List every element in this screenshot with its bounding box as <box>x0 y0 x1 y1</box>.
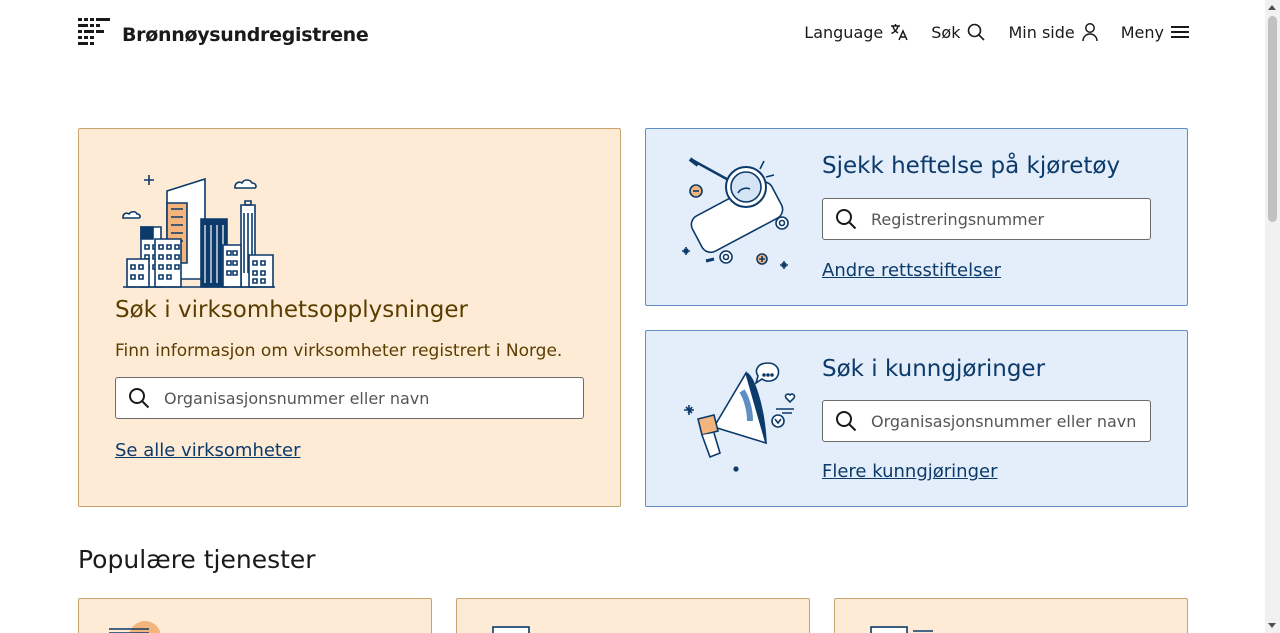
announcements-search-field[interactable] <box>822 400 1151 442</box>
other-liens-link[interactable]: Andre rettsstiftelser <box>822 260 1001 281</box>
business-search-card: Søk i virksomhetsopplysninger Finn infor… <box>78 128 621 507</box>
business-search-input[interactable] <box>164 388 583 408</box>
translate-icon <box>891 24 908 41</box>
my-page-button[interactable]: Min side <box>1008 22 1098 42</box>
popular-services-title: Populære tjenester <box>78 545 316 574</box>
language-button[interactable]: Language <box>804 22 909 42</box>
service-card[interactable] <box>834 598 1188 633</box>
my-page-label: Min side <box>1008 22 1075 42</box>
business-search-field[interactable] <box>115 377 584 419</box>
vehicle-search-field[interactable] <box>822 198 1151 240</box>
logo-link[interactable]: Brønnøysundregistrene <box>78 18 369 46</box>
service-illustration-icon <box>870 626 933 633</box>
scroll-down-arrow-icon[interactable] <box>1268 623 1276 628</box>
announcements-search-input[interactable] <box>871 411 1150 431</box>
main-nav: Language Søk Min side Meny <box>804 22 1190 42</box>
vehicle-lien-card: Sjekk heftelse på kjøretøy Andre rettsst… <box>645 128 1188 306</box>
service-illustration-icon <box>109 621 161 633</box>
service-card[interactable] <box>456 598 810 633</box>
menu-label: Meny <box>1120 22 1164 42</box>
registration-number-input[interactable] <box>871 209 1150 229</box>
megaphone-illustration <box>684 362 796 472</box>
search-icon <box>968 23 986 41</box>
vehicle-card-title: Sjekk heftelse på kjøretøy <box>822 153 1121 179</box>
search-icon <box>836 209 857 230</box>
service-illustration-icon <box>492 626 531 633</box>
city-buildings-illustration <box>122 175 275 288</box>
service-card[interactable] <box>78 598 432 633</box>
user-icon <box>1081 23 1098 42</box>
menu-button[interactable]: Meny <box>1121 23 1190 42</box>
search-icon <box>836 411 857 432</box>
logo-text: Brønnøysundregistrene <box>122 24 369 46</box>
page-scrollbar[interactable] <box>1265 0 1280 633</box>
scroll-up-arrow-icon[interactable] <box>1268 5 1276 10</box>
all-businesses-link[interactable]: Se alle virksomheter <box>115 440 300 461</box>
logo-mark-icon <box>78 18 110 45</box>
announcements-card-title: Søk i kunngjøringer <box>822 356 1046 382</box>
business-card-subtitle: Finn informasjon om virksomheter registr… <box>115 341 563 361</box>
scrollbar-thumb[interactable] <box>1268 16 1277 222</box>
search-nav-button[interactable]: Søk <box>931 22 986 42</box>
more-announcements-link[interactable]: Flere kunngjøringer <box>822 461 997 482</box>
vehicle-magnifier-illustration <box>682 157 789 269</box>
language-label: Language <box>804 22 884 42</box>
announcements-card: Søk i kunngjøringer Flere kunngjøringer <box>645 330 1188 507</box>
search-nav-label: Søk <box>931 22 961 42</box>
site-header: Brønnøysundregistrene Language Søk Min s… <box>0 0 1265 70</box>
search-icon <box>129 388 150 409</box>
hamburger-icon <box>1171 26 1189 38</box>
business-card-title: Søk i virksomhetsopplysninger <box>115 297 468 323</box>
